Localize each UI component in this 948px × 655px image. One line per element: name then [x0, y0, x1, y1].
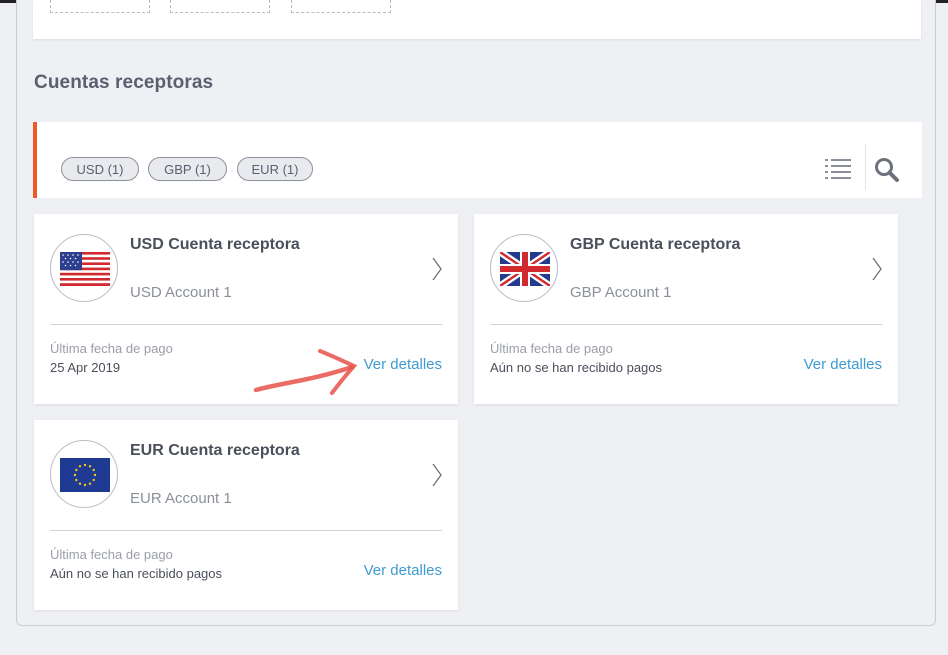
eu-flag-icon: [60, 458, 110, 492]
us-flag-icon: [60, 252, 110, 286]
filter-chip-eur[interactable]: EUR (1): [237, 157, 313, 181]
last-payment-value: 25 Apr 2019: [50, 360, 121, 375]
currency-filter-bar: USD (1) GBP (1) EUR (1): [33, 122, 922, 198]
filter-chip-usd[interactable]: USD (1): [61, 157, 139, 181]
placeholder-box: [50, 0, 150, 13]
last-payment-value: Aún no se han recibido pagos: [490, 360, 663, 375]
placeholder-box: [291, 0, 391, 13]
account-name: EUR Account 1: [130, 490, 232, 507]
account-name: GBP Account 1: [570, 284, 672, 301]
divider: [50, 324, 442, 325]
section-title: Cuentas receptoras: [34, 72, 214, 93]
view-details-link[interactable]: Ver detalles: [364, 356, 442, 373]
flag-circle: [50, 234, 118, 302]
view-details-link[interactable]: Ver detalles: [804, 356, 882, 373]
last-payment-label: Última fecha de pago: [490, 341, 613, 356]
view-details-link[interactable]: Ver detalles: [364, 562, 442, 579]
last-payment-value: Aún no se han recibido pagos: [50, 566, 223, 581]
card-title: GBP Cuenta receptora: [570, 236, 741, 253]
last-payment-label: Última fecha de pago: [50, 547, 173, 562]
account-name: USD Account 1: [130, 284, 232, 301]
card-title: USD Cuenta receptora: [130, 236, 300, 253]
receiving-account-card-gbp[interactable]: GBP Cuenta receptora GBP Account 1 Últim…: [474, 214, 898, 404]
card-title: EUR Cuenta receptora: [130, 442, 300, 459]
flag-circle: [490, 234, 558, 302]
divider: [490, 324, 882, 325]
chevron-right-icon[interactable]: [872, 257, 882, 286]
placeholder-box: [170, 0, 270, 13]
flag-circle: [50, 440, 118, 508]
toolbar-divider: [865, 144, 866, 190]
annotation-arrow-icon: [253, 349, 358, 395]
uk-flag-icon: [500, 252, 550, 286]
previous-section-panel: [33, 0, 921, 39]
list-view-icon[interactable]: [825, 158, 851, 185]
divider: [50, 530, 442, 531]
chevron-right-icon[interactable]: [432, 257, 442, 286]
chevron-right-icon[interactable]: [432, 463, 442, 492]
filter-chip-gbp[interactable]: GBP (1): [148, 157, 227, 181]
last-payment-label: Última fecha de pago: [50, 341, 173, 356]
receiving-account-card-eur[interactable]: EUR Cuenta receptora EUR Account 1 Últim…: [34, 420, 458, 610]
receiving-account-card-usd[interactable]: USD Cuenta receptora USD Account 1 Últim…: [34, 214, 458, 404]
search-icon[interactable]: [874, 157, 900, 188]
